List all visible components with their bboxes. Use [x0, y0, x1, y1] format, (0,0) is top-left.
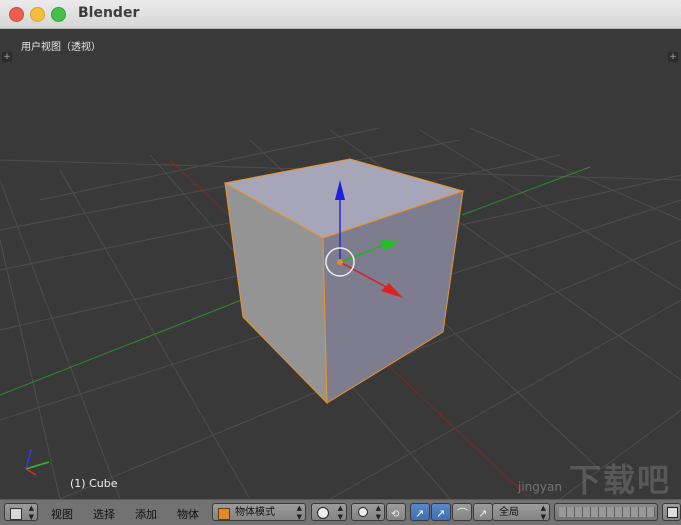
menu-add[interactable]: 添加: [135, 506, 157, 522]
layer-buttons[interactable]: [554, 503, 658, 521]
close-button[interactable]: [9, 7, 24, 22]
mode-select[interactable]: 物体模式 ▲ ▼: [212, 503, 306, 521]
editor-type-button[interactable]: ▲ ▼: [4, 503, 38, 521]
pivot-select[interactable]: ▲ ▼: [351, 503, 385, 521]
orientation-label: 全局: [499, 507, 519, 518]
scale-icon: ⌒: [457, 507, 468, 520]
cube-editor-icon: [10, 508, 22, 520]
object-mode-icon: [218, 508, 230, 520]
extra-manipulator-button[interactable]: ↗: [473, 503, 493, 521]
updown-arrows-icon: ▲ ▼: [28, 504, 34, 521]
pivot-icon: [358, 507, 368, 517]
rotate-manipulator-button[interactable]: ↗: [431, 503, 451, 521]
scale-manipulator-button[interactable]: ⌒: [452, 503, 472, 521]
menu-select[interactable]: 选择: [93, 506, 115, 522]
manipulator-toggle[interactable]: ⟲: [386, 503, 406, 521]
solid-shading-icon: [317, 507, 329, 519]
watermark-text: jingyan: [518, 480, 562, 494]
mode-label: 物体模式: [235, 507, 275, 518]
orientation-select[interactable]: 全局 ▲ ▼: [492, 503, 550, 521]
manipulator-icon: ⟲: [391, 509, 400, 520]
lock-icon: [667, 507, 678, 518]
maximize-button[interactable]: [51, 7, 66, 22]
lock-layers-button[interactable]: [662, 503, 681, 521]
y-axis-line: [0, 287, 273, 396]
updown-arrows-icon: ▲ ▼: [296, 504, 302, 521]
menu-view[interactable]: 视图: [51, 506, 73, 522]
viewport-header: ▲▼ 视图 选择 添加 物体 物体模式 ▲▼ ▲▼ ▲▼ ⟲ ↗ ↗ ⌒: [0, 499, 681, 525]
cube-mesh[interactable]: [223, 158, 465, 405]
shading-select[interactable]: ▲ ▼: [311, 503, 347, 521]
viewport-scene[interactable]: [0, 29, 681, 499]
toolshelf-toggle[interactable]: +: [2, 52, 12, 62]
menu-object[interactable]: 物体: [177, 506, 199, 522]
3d-viewport[interactable]: [0, 29, 681, 499]
properties-toggle[interactable]: +: [668, 52, 678, 62]
rotate-icon: ↗: [436, 507, 446, 520]
updown-arrows-icon: ▲ ▼: [375, 504, 381, 521]
view-name-label: 用户视图（透视）: [21, 42, 101, 53]
window-title: Blender: [78, 5, 140, 21]
translate-icon: ↗: [415, 507, 425, 520]
updown-arrows-icon: ▲ ▼: [337, 504, 343, 521]
object-label: (1) Cube: [70, 477, 118, 490]
axis-indicator: [25, 448, 50, 476]
translate-manipulator-button[interactable]: ↗: [410, 503, 430, 521]
arrow-icon: ↗: [478, 507, 488, 520]
watermark-logo: 下载吧: [568, 461, 671, 499]
layer-grid-icon: [559, 507, 655, 517]
title-bar: Blender: [0, 0, 681, 29]
blender-window: Blender 用户视图（透视） + + (1) Cube jingyan 下载…: [0, 0, 681, 525]
updown-arrows-icon: ▲ ▼: [540, 504, 546, 521]
minimize-button[interactable]: [30, 7, 45, 22]
